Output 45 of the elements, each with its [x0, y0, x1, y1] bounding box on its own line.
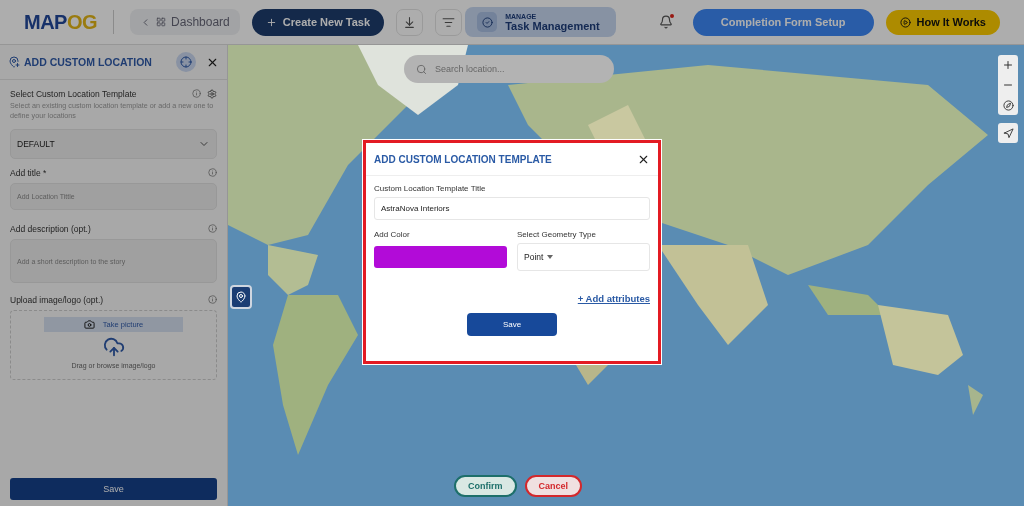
pin-button[interactable] [230, 285, 252, 309]
field-label: Add title * [10, 167, 48, 178]
info-icon[interactable] [208, 168, 217, 177]
pin-icon [8, 56, 20, 68]
map-pin-icon [235, 291, 247, 303]
setup-button[interactable]: Completion Form Setup [692, 8, 874, 36]
notification-icon[interactable] [658, 15, 673, 29]
save-button[interactable]: Save [10, 478, 217, 500]
camera-icon [83, 319, 95, 330]
search-icon [416, 63, 427, 75]
upload-icon [102, 336, 125, 358]
field-label: Custom Location Template Title [374, 184, 487, 193]
play-icon [899, 16, 911, 28]
info-icon[interactable] [208, 224, 217, 233]
field-label: Upload image/logo (opt.) [10, 294, 105, 305]
save-button[interactable]: Save [467, 313, 557, 336]
dialog-title: ADD CUSTOM LOCATION TEMPLATE [374, 153, 552, 165]
geometry-select[interactable]: Point [517, 243, 650, 271]
info-icon[interactable] [192, 89, 201, 98]
confirm-button[interactable]: Confirm [454, 475, 517, 497]
locate-icon[interactable] [176, 52, 196, 72]
plus-icon [265, 16, 277, 28]
navigation-icon[interactable] [998, 123, 1018, 143]
field-label: Add description (opt.) [10, 223, 92, 234]
logo: MAPOG [24, 10, 98, 34]
panel-title: ADD CUSTOM LOCATION [24, 56, 153, 68]
field-label: Add Color [374, 230, 411, 239]
check-icon [481, 16, 493, 28]
create-task-button[interactable]: Create New Task [251, 8, 385, 36]
filter-icon[interactable] [435, 8, 463, 36]
grid-icon [156, 17, 167, 27]
download-icon[interactable] [396, 8, 424, 36]
info-icon[interactable] [208, 295, 217, 304]
add-attributes-link[interactable]: + Add attributes [577, 293, 650, 304]
template-title-input[interactable]: AstraNova Interiors [374, 197, 650, 220]
field-label: Select Geometry Type [517, 230, 597, 239]
dashboard-link[interactable]: Dashboard [130, 9, 240, 35]
color-swatch[interactable] [374, 246, 507, 268]
settings-icon[interactable] [207, 88, 217, 99]
template-select[interactable]: DEFAULT [10, 129, 217, 159]
field-label: Select Custom Location Template [10, 88, 138, 99]
search-field[interactable]: Search location... [404, 55, 614, 83]
manage-title: Task Management [505, 19, 600, 32]
cancel-button[interactable]: Cancel [524, 475, 582, 497]
help-button[interactable]: How It Works [885, 9, 1000, 35]
